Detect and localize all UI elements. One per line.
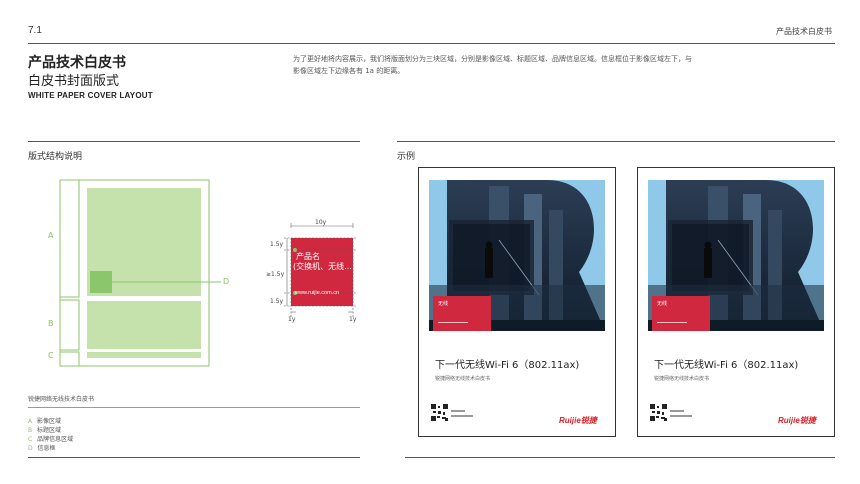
legend-item: B 标题区域	[28, 425, 148, 434]
legend-item: D 信息框	[28, 443, 148, 452]
cover-subtitle: 锐捷网络无线技术白皮书	[654, 376, 710, 382]
spec-bottom-right-label: 1y	[349, 316, 357, 323]
legend-label: 品牌信息区域	[37, 436, 74, 443]
example-cover-2: 无线 下一代无线Wi-Fi 6（802.11ax) 锐捷网络无线技术白皮书 Ru…	[637, 167, 835, 437]
contact-text-lines	[451, 410, 473, 417]
legend: A 影像区域 B 标题区域 C 品牌信息区域 D 信息框	[28, 416, 148, 452]
diagram-label-a: A	[48, 231, 54, 240]
right-bottom-rule	[405, 457, 835, 458]
spec-top-label: 10y	[315, 219, 327, 226]
legend-item: C 品牌信息区域	[28, 434, 148, 443]
header-rule	[28, 43, 835, 44]
cover-subtitle: 锐捷网络无线技术白皮书	[435, 376, 491, 382]
qr-code-icon	[431, 404, 448, 421]
diagram-label-d: D	[223, 277, 230, 286]
spec-box-subtitle: (交换机、无线...	[293, 262, 351, 271]
legend-key: A	[28, 418, 33, 425]
left-section-rule	[28, 141, 360, 142]
legend-key: B	[28, 427, 33, 434]
right-section-heading: 示例	[397, 152, 416, 162]
page-english-title: WHITE PAPER COVER LAYOUT	[28, 91, 153, 100]
header-section-title: 产品技术白皮书	[776, 27, 832, 36]
left-bottom-rule	[28, 457, 360, 458]
right-section-rule	[397, 141, 835, 142]
qr-code-icon	[650, 404, 667, 421]
cover-title: 下一代无线Wi-Fi 6（802.11ax)	[435, 360, 580, 371]
page-title: 产品技术白皮书	[28, 55, 126, 71]
spec-row1-label: 1.5y	[270, 241, 284, 248]
brand-logo: Ruijie锐捷	[559, 416, 597, 425]
description-text: 为了更好地将内容展示，我们将版面划分为三块区域，分别是影像区域、标题区域、品牌信…	[293, 55, 692, 75]
legend-key: C	[28, 436, 33, 443]
section-number: 7.1	[28, 25, 42, 36]
legend-label: 标题区域	[37, 427, 62, 434]
contact-text-lines	[670, 410, 692, 417]
cover-info-tag: 无线	[657, 301, 668, 307]
spec-box-url: www.ruijie.com.cn	[295, 290, 340, 296]
legend-label: 影像区域	[37, 418, 62, 425]
diagram-label-c: C	[48, 351, 54, 360]
brand-logo: Ruijie锐捷	[778, 416, 816, 425]
layout-diagram-svg	[59, 179, 221, 367]
legend-key: D	[28, 445, 33, 452]
spec-row2-label: ≥1.5y	[266, 271, 285, 278]
diagram-label-b: B	[48, 319, 54, 328]
legend-item: A 影像区域	[28, 416, 148, 425]
diagram-caption: 锐捷网络无线技术白皮书	[28, 396, 95, 403]
layout-diagram	[45, 178, 245, 368]
spec-bottom-left-label: 1y	[288, 316, 296, 323]
page-subtitle: 白皮书封面版式	[28, 74, 120, 89]
example-cover-1: 无线 下一代无线Wi-Fi 6（802.11ax) 锐捷网络无线技术白皮书 Ru…	[418, 167, 616, 437]
left-section-heading: 版式结构说明	[28, 152, 83, 162]
spec-row3-label: 1.5y	[270, 298, 284, 305]
legend-label: 信息框	[37, 445, 56, 452]
caption-rule	[28, 407, 360, 408]
cover-info-tag: 无线	[438, 301, 449, 307]
cover-info-line	[657, 322, 687, 323]
cover-title: 下一代无线Wi-Fi 6（802.11ax)	[654, 360, 799, 371]
cover-info-line	[438, 322, 468, 323]
